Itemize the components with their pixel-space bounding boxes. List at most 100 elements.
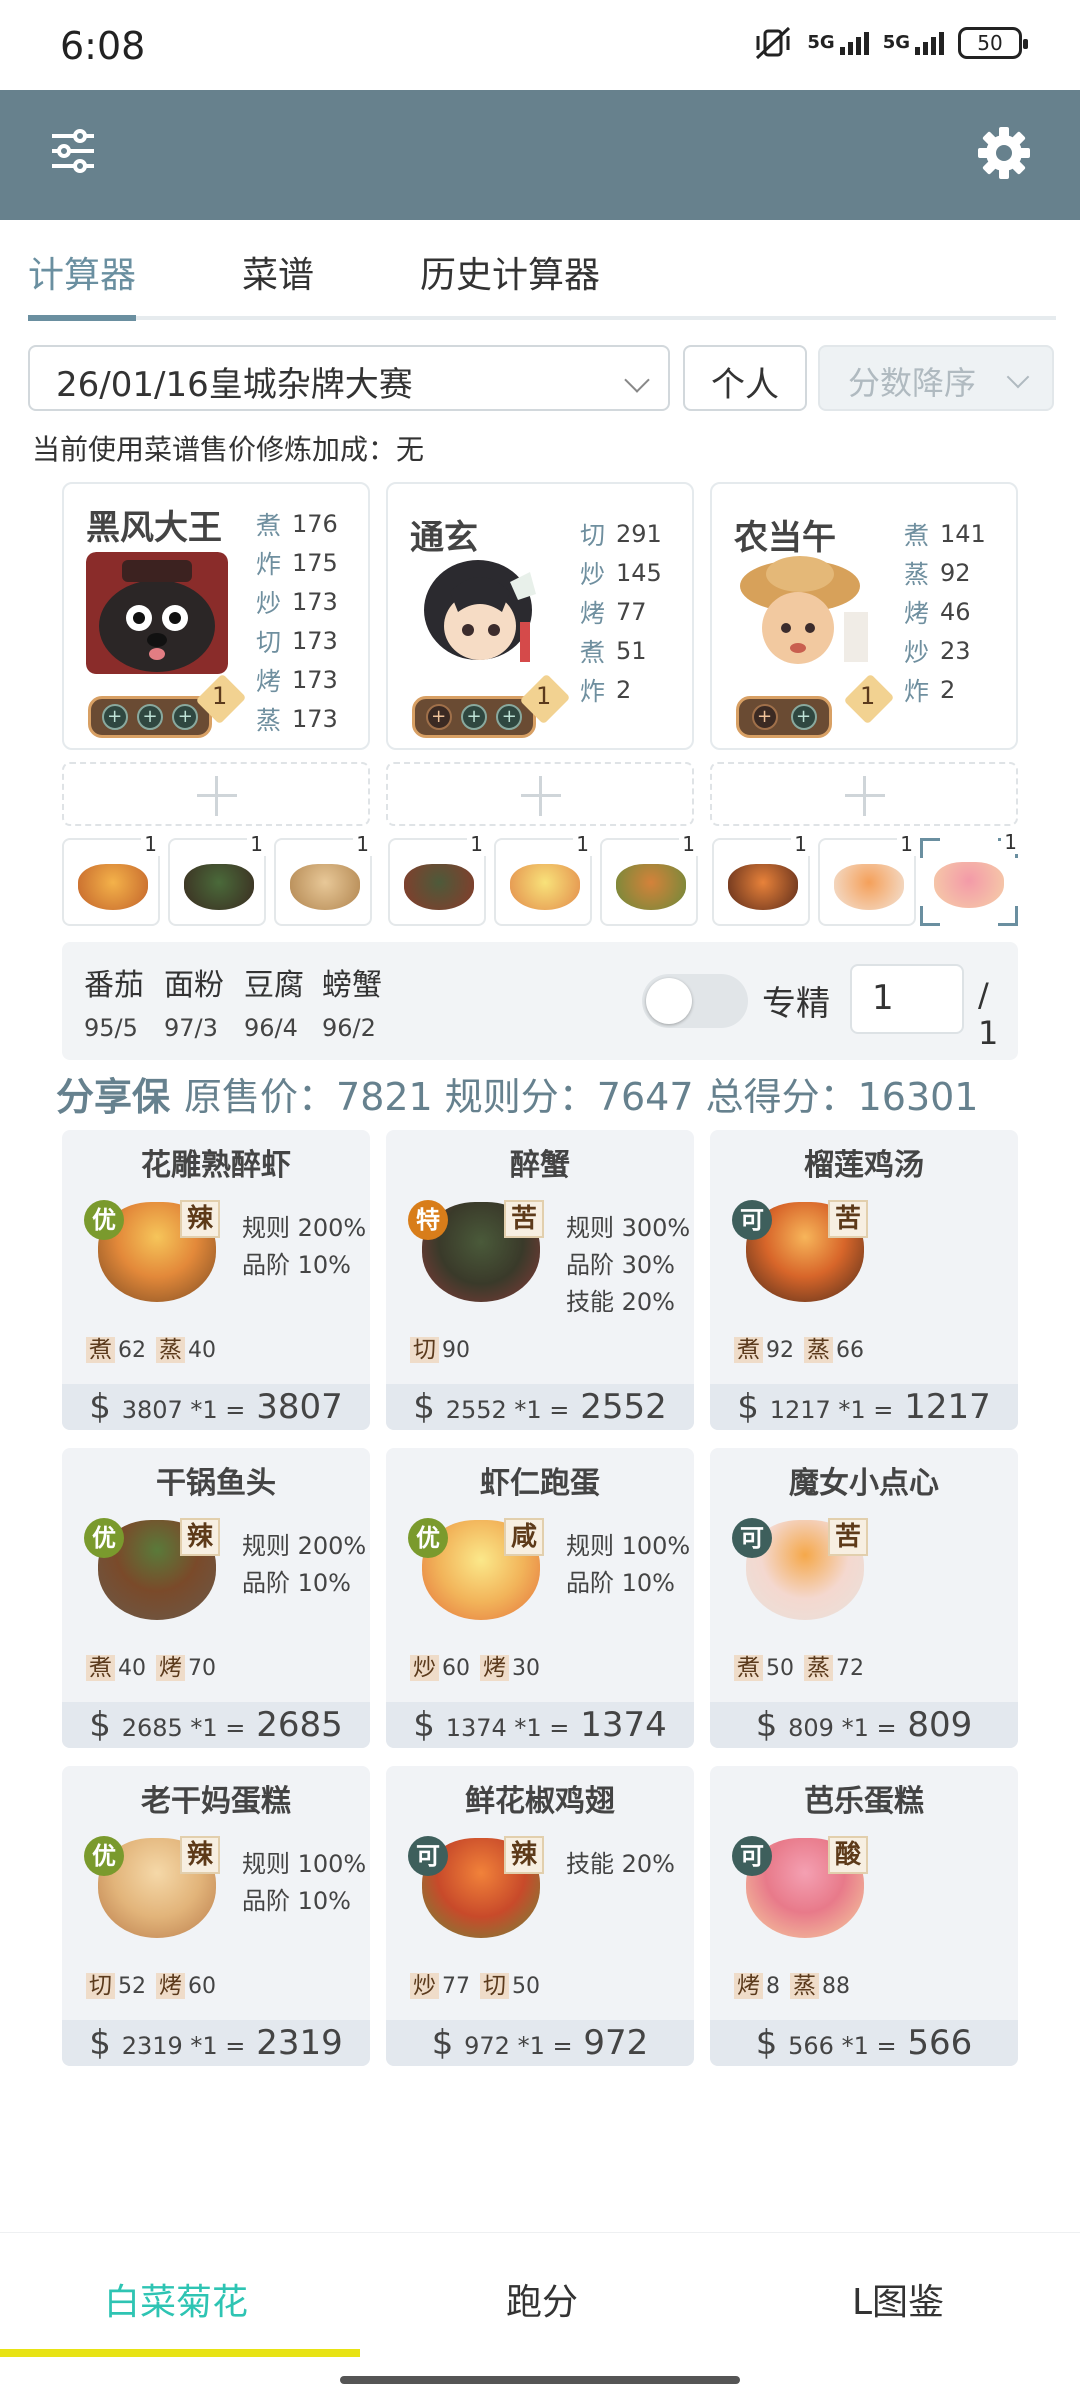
- chevron-down-icon: [1006, 365, 1030, 389]
- tab-active-indicator: [28, 315, 136, 321]
- bonus-info-text: 当前使用菜谱售价修炼加成：无: [32, 433, 425, 466]
- chef-skill-list: 煮 141 蒸 92 烤 46 炒 23 炸2: [904, 519, 986, 706]
- dish-card[interactable]: 魔女小点心 可 苦 煮 50 蒸 72 $ 809 *1 = 809: [710, 1448, 1018, 1748]
- rank-badge: 可: [732, 1200, 772, 1240]
- equipment-slots[interactable]: + + +: [412, 696, 536, 738]
- toggle-knob: [646, 978, 692, 1024]
- equip-slot[interactable]: +: [496, 704, 523, 730]
- dish-image: [834, 864, 904, 910]
- dish-image: [290, 864, 360, 910]
- taste-badge: 咸: [504, 1518, 544, 1556]
- equipment-slots[interactable]: + +: [736, 696, 832, 738]
- filter-menu-icon[interactable]: [50, 126, 96, 176]
- recipe-thumb-selected[interactable]: 1: [920, 830, 1020, 926]
- chef-card[interactable]: 农当午 + + 1 煮 141 蒸 92 烤 46 炒 23 炸2: [710, 482, 1018, 750]
- status-time: 6:08: [60, 24, 146, 68]
- signal-icon-2: 5G: [883, 31, 944, 55]
- dish-name: 花雕熟醉虾: [141, 1148, 291, 1183]
- tab-calculator[interactable]: 计算器: [28, 246, 136, 298]
- taste-badge: 酸: [828, 1836, 868, 1874]
- recipe-thumb[interactable]: 1: [274, 832, 372, 926]
- recipe-thumb[interactable]: 1: [818, 832, 916, 926]
- rank-badge: 优: [84, 1836, 124, 1876]
- mode-personal-button[interactable]: 个人: [683, 345, 807, 411]
- dish-name: 虾仁跑蛋: [480, 1466, 600, 1501]
- taste-badge: 辣: [180, 1836, 220, 1874]
- dish-price: $ 2685 *1 = 2685: [62, 1702, 370, 1748]
- tab-history-calculator[interactable]: 历史计算器: [420, 246, 600, 298]
- dish-image: [78, 864, 148, 910]
- chevron-down-icon: [624, 367, 650, 393]
- specialize-label: 专精: [762, 984, 830, 1024]
- status-icons: 5G 5G 50: [753, 26, 1028, 60]
- material-item: 面粉 97/3: [164, 968, 224, 1042]
- add-assistant-button[interactable]: [62, 762, 370, 826]
- equip-slot[interactable]: +: [751, 704, 778, 730]
- skill-requirements: 烤 8 蒸 88: [734, 1966, 850, 2000]
- mute-vibrate-icon: [756, 26, 791, 60]
- chef-skill-list: 煮 176 炸 175 炒 173 切 173 烤 173 蒸 173: [256, 509, 338, 735]
- equipment-slots[interactable]: + + +: [88, 696, 212, 738]
- bottom-nav: 白菜菊花 跑分 L图鉴: [0, 2232, 1080, 2356]
- rank-badge: 可: [732, 1518, 772, 1558]
- material-item: 螃蟹 96/2: [322, 968, 382, 1042]
- equip-slot[interactable]: +: [790, 704, 817, 730]
- recipe-thumb[interactable]: 1: [600, 832, 698, 926]
- dish-card[interactable]: 鲜花椒鸡翅 可 辣 技能 20% 炒 77 切 50 $ 972 *1 = 972: [386, 1766, 694, 2066]
- add-assistant-button[interactable]: [386, 762, 694, 826]
- bottom-nav-baicai-juhua[interactable]: 白菜菊花: [104, 2273, 248, 2325]
- dish-price: $ 3807 *1 = 3807: [62, 1384, 370, 1430]
- home-indicator[interactable]: [340, 2376, 740, 2384]
- signal-icon-1: 5G: [807, 31, 869, 55]
- dish-name: 干锅鱼头: [156, 1466, 276, 1501]
- dish-card[interactable]: 虾仁跑蛋 优 咸 规则 100% 品阶 10% 炒 60 烤 30 $ 1374 *1 …: [386, 1448, 694, 1748]
- chef-portrait-black-bear: [86, 552, 228, 674]
- dish-image: [184, 864, 254, 910]
- rank-badge: 优: [84, 1518, 124, 1558]
- score-summary: 分享保 原售价：7821 规则分：7647 总得分：16301: [56, 1066, 978, 1121]
- skill-requirements: 炒 77 切 50: [410, 1966, 540, 2000]
- rank-badge: 可: [732, 1836, 772, 1876]
- event-select[interactable]: 26/01/16皇城杂牌大赛: [28, 345, 670, 411]
- bottom-nav-score[interactable]: 跑分: [506, 2273, 578, 2325]
- recipe-thumb[interactable]: 1: [168, 832, 266, 926]
- chef-card[interactable]: 黑风大王 + + + 1 煮 176 炸 175 炒 173 切 173 烤 173 蒸 173: [62, 482, 370, 750]
- tab-recipes[interactable]: 菜谱: [242, 246, 314, 298]
- taste-badge: 辣: [504, 1836, 544, 1874]
- dish-card[interactable]: 醉蟹 特 苦 规则 300% 品阶 30% 技能 20% 切 90 $ 2552 *1…: [386, 1130, 694, 1430]
- equip-slot[interactable]: +: [101, 704, 128, 730]
- recipe-thumb[interactable]: 1: [712, 832, 810, 926]
- bottom-nav-gallery[interactable]: L图鉴: [852, 2273, 944, 2325]
- dish-card[interactable]: 芭乐蛋糕 可 酸 烤 8 蒸 88 $ 566 *1 = 566: [710, 1766, 1018, 2066]
- equip-slot[interactable]: +: [460, 704, 487, 730]
- dish-card[interactable]: 榴莲鸡汤 可 苦 煮 92 蒸 66 $ 1217 *1 = 1217: [710, 1130, 1018, 1430]
- dish-card[interactable]: 老干妈蛋糕 优 辣 规则 100% 品阶 10% 切 52 烤 60 $ 2319 *1…: [62, 1766, 370, 2066]
- equip-slot[interactable]: +: [172, 704, 199, 730]
- rank-badge: 可: [408, 1836, 448, 1876]
- top-tabs: 计算器 菜谱 历史计算器: [0, 220, 1080, 321]
- dish-name: 魔女小点心: [789, 1466, 939, 1501]
- chef-card[interactable]: 通玄 + + + 1 切 291 炒 145 烤 77 煮 51 炸2: [386, 482, 694, 750]
- dish-price: $ 2319 *1 = 2319: [62, 2020, 370, 2066]
- dish-price: $ 1217 *1 = 1217: [710, 1384, 1018, 1430]
- dish-effects: 技能 20%: [566, 1850, 675, 1878]
- dish-card[interactable]: 干锅鱼头 优 辣 规则 200% 品阶 10% 煮 40 烤 70 $ 2685 *1 …: [62, 1448, 370, 1748]
- recipe-thumb[interactable]: 1: [494, 832, 592, 926]
- chef-portrait-nongdangwu: [740, 556, 868, 664]
- sort-select[interactable]: 分数降序: [818, 345, 1054, 411]
- specialize-count-input[interactable]: 1: [850, 964, 964, 1034]
- recipe-thumb[interactable]: 1: [62, 832, 160, 926]
- chef-name: 黑风大王: [86, 508, 222, 548]
- add-assistant-button[interactable]: [710, 762, 1018, 826]
- materials-panel: 番茄 95/5 面粉 97/3 豆腐 96/4 螃蟹 96/2 专精 1 / 1: [62, 942, 1018, 1060]
- rank-badge: 优: [408, 1518, 448, 1558]
- specialize-toggle[interactable]: [642, 974, 748, 1028]
- dish-card[interactable]: 花雕熟醉虾 优 辣 规则 200% 品阶 10% 煮 62 蒸 40 $ 3807 *1…: [62, 1130, 370, 1430]
- dish-image: [934, 862, 1004, 908]
- gear-icon[interactable]: [976, 125, 1032, 181]
- equip-slot[interactable]: +: [425, 704, 452, 730]
- skill-requirements: 炒 60 烤 30: [410, 1648, 540, 1682]
- recipe-thumb[interactable]: 1: [388, 832, 486, 926]
- equip-slot[interactable]: +: [136, 704, 163, 730]
- taste-badge: 苦: [828, 1200, 868, 1238]
